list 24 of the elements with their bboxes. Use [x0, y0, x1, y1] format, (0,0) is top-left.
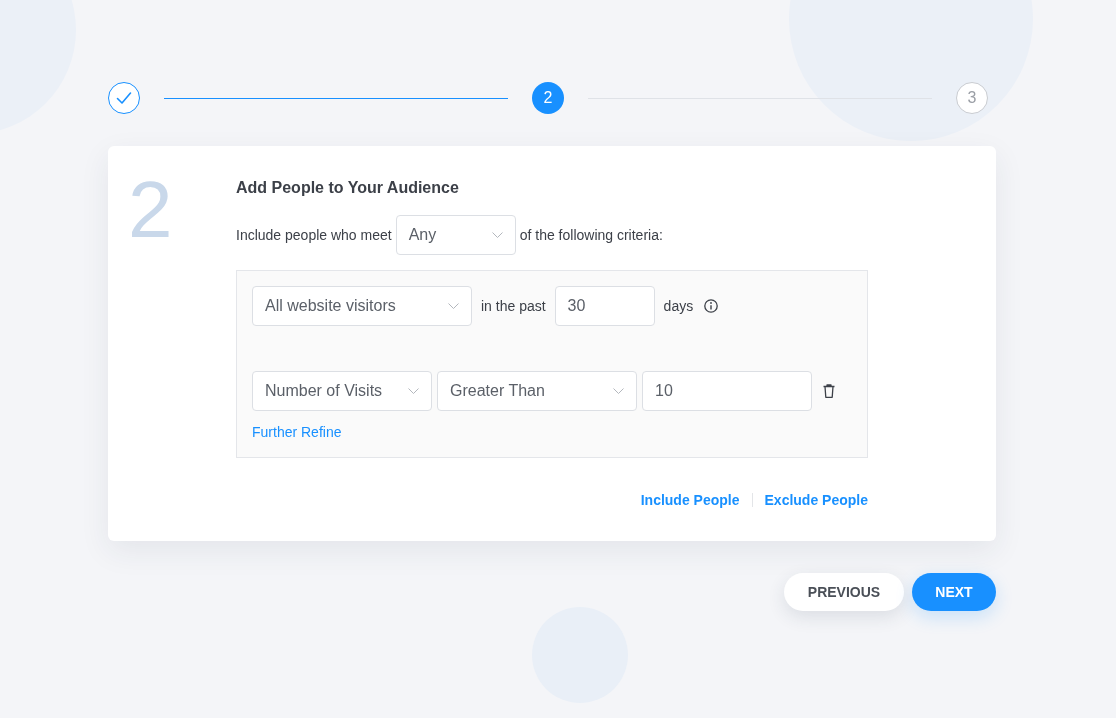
criteria-label: of the following criteria: [519, 227, 663, 243]
further-refine-link[interactable]: Further Refine [252, 424, 342, 440]
chevron-down-icon [491, 232, 503, 238]
chevron-down-icon [408, 388, 419, 394]
action-link[interactable]: Include People [640, 492, 740, 508]
criteria-label: Include people who meet [236, 227, 392, 243]
match-dropdown[interactable]: Any [395, 215, 516, 255]
next-button[interactable]: NEXT [912, 573, 996, 611]
chevron-down-icon [613, 388, 624, 394]
info-icon [704, 299, 719, 313]
step-indicator[interactable]: 2 [532, 82, 564, 114]
previous-button[interactable]: PREVIOUS [784, 573, 904, 611]
check-circle-icon[interactable] [108, 82, 140, 114]
value-input[interactable]: 10 [642, 371, 812, 411]
action-link[interactable]: Exclude People [764, 492, 868, 508]
trash-icon[interactable] [823, 384, 835, 398]
range-label: in the past [481, 298, 546, 314]
section-title: Add People to Your Audience [236, 178, 459, 198]
days-label: days [663, 298, 694, 314]
audience-dropdown[interactable]: All website visitors [252, 286, 472, 326]
days-input[interactable]: 30 [554, 286, 655, 326]
operator-dropdown[interactable]: Greater Than [437, 371, 637, 411]
chevron-down-icon [448, 303, 459, 309]
metric-dropdown[interactable]: Number of Visits [252, 371, 432, 411]
